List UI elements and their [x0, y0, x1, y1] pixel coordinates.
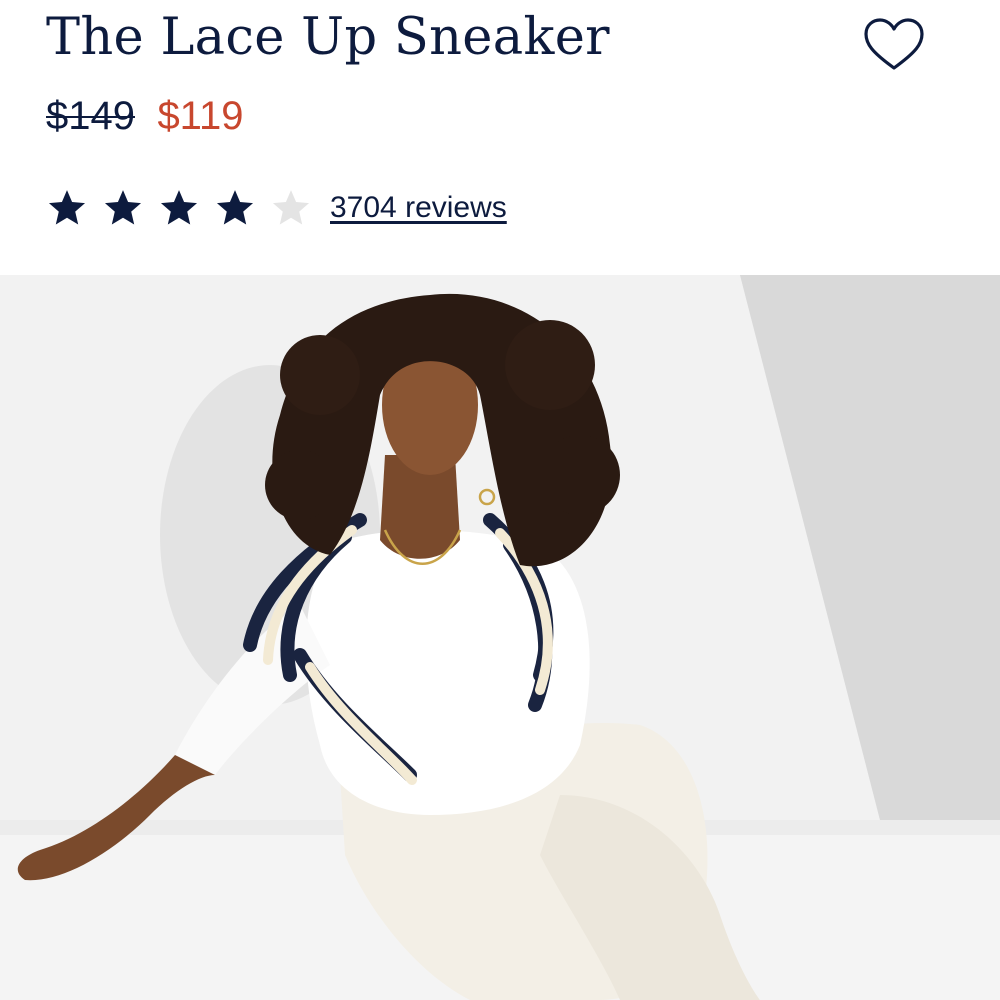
reviews-link[interactable]: 3704 reviews	[330, 191, 507, 225]
product-hero-image	[0, 275, 1000, 1000]
rating-row: 3704 reviews	[46, 184, 507, 232]
price-block: $149 $119	[46, 94, 243, 144]
sale-price: $119	[157, 94, 244, 138]
model-photo	[0, 275, 1000, 1000]
star-icon	[216, 190, 254, 225]
star-icon	[48, 190, 86, 225]
original-price: $149	[46, 94, 135, 138]
product-title: The Lace Up Sneaker	[46, 8, 610, 67]
product-header: The Lace Up Sneaker $149 $119 3704 revie…	[0, 0, 1000, 275]
star-icon	[272, 190, 310, 225]
star-icon	[160, 190, 198, 225]
favorite-button[interactable]	[862, 16, 926, 74]
star-icon	[104, 190, 142, 225]
heart-outline-icon	[864, 18, 924, 70]
star-rating	[46, 187, 326, 229]
